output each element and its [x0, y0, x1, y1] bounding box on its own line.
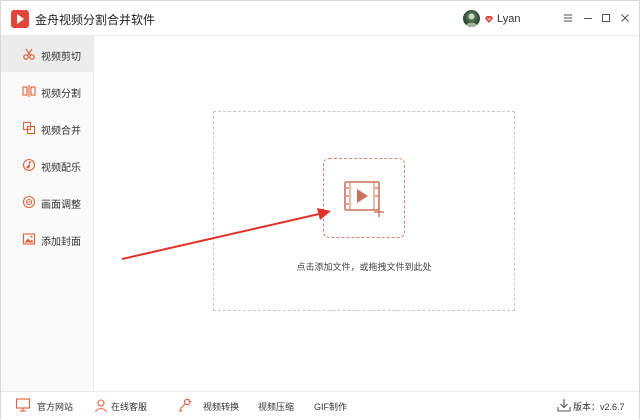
footer-online-support[interactable]: 在线客服	[93, 392, 153, 420]
footer-version[interactable]: 版本：v2.6.7	[556, 392, 632, 420]
monitor-icon	[15, 398, 31, 412]
add-video-icon	[344, 181, 384, 217]
footer-label: 视频压缩	[258, 402, 295, 412]
footer-bar: 官方网站 在线客服 视频转换 视频压缩 GIF制作 版本：v2.6.7	[1, 391, 639, 420]
adjust-icon	[22, 195, 36, 209]
sidebar-item-label: 添加封面	[41, 237, 81, 248]
sidebar-item-label: 画面调整	[41, 200, 81, 211]
sidebar-item-merge[interactable]: 视频合并	[1, 110, 93, 146]
username[interactable]: Lyan	[497, 13, 520, 25]
footer-gif-maker[interactable]: GIF制作	[314, 392, 354, 420]
sidebar-item-music[interactable]: 视频配乐	[1, 147, 93, 183]
maximize-icon[interactable]	[599, 11, 613, 25]
vip-heart-icon	[485, 16, 493, 23]
minimize-icon[interactable]	[581, 11, 595, 25]
footer-label: GIF制作	[314, 402, 347, 412]
sidebar-item-label: 视频剪切	[41, 52, 81, 63]
sidebar-item-cover[interactable]: 添加封面	[1, 221, 93, 257]
download-icon	[557, 399, 571, 412]
split-icon	[22, 85, 36, 97]
footer-video-convert[interactable]: 视频转换	[177, 392, 241, 420]
scissors-icon	[23, 48, 35, 60]
sidebar-item-adjust[interactable]: 画面调整	[1, 184, 93, 220]
app-window: 金舟视频分割合并软件 Lyan 视频剪切 视频分割 视频合并 视频配乐 画面调整…	[0, 0, 640, 420]
music-note-icon	[22, 158, 36, 172]
hamburger-menu-icon[interactable]	[561, 11, 575, 25]
footer-video-compress[interactable]: 视频压缩	[258, 392, 298, 420]
sidebar: 视频剪切 视频分割 视频合并 视频配乐 画面调整 添加封面	[1, 36, 94, 391]
add-file-button[interactable]	[323, 158, 405, 238]
support-icon	[94, 399, 108, 413]
app-title: 金舟视频分割合并软件	[35, 13, 156, 27]
sidebar-item-label: 视频配乐	[41, 163, 81, 174]
close-icon[interactable]	[618, 11, 632, 25]
footer-label: 官方网站	[37, 402, 74, 412]
convert-icon	[178, 398, 192, 413]
play-logo-icon	[11, 10, 29, 28]
footer-label: 在线客服	[111, 402, 148, 412]
sidebar-item-cut[interactable]: 视频剪切	[1, 36, 93, 72]
version-label: 版本：v2.6.7	[573, 402, 625, 412]
drop-hint: 点击添加文件，或拖拽文件到此处	[296, 262, 432, 272]
sidebar-item-label: 视频分割	[41, 89, 81, 100]
sidebar-item-split[interactable]: 视频分割	[1, 73, 93, 109]
avatar[interactable]	[463, 10, 480, 27]
title-bar: 金舟视频分割合并软件 Lyan	[1, 1, 639, 36]
merge-icon	[22, 121, 36, 135]
sidebar-item-label: 视频合并	[41, 126, 81, 137]
footer-label: 视频转换	[203, 402, 240, 412]
footer-official-site[interactable]: 官方网站	[15, 392, 75, 420]
image-icon	[22, 233, 36, 245]
